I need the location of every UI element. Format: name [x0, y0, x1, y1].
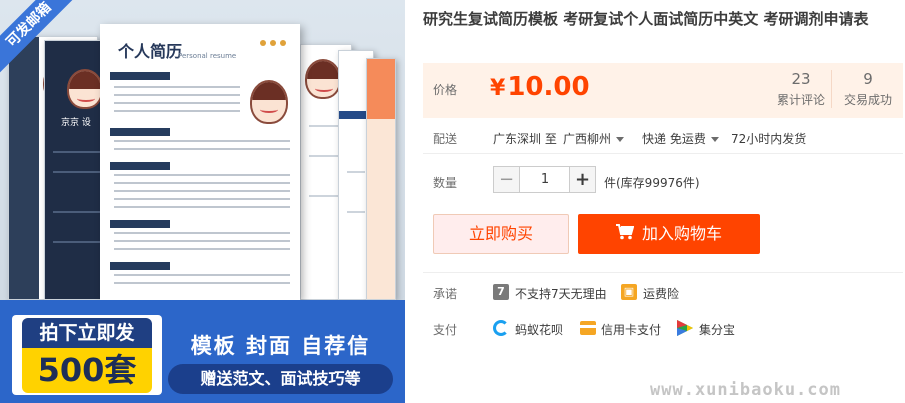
chevron-down-icon	[710, 137, 719, 142]
promo-contents: 模板 封面 自荐信	[190, 334, 371, 358]
huabei-icon	[493, 320, 509, 336]
promise-item[interactable]: 不支持7天无理由	[515, 285, 607, 302]
shipping-destination-select[interactable]: 广西柳州	[563, 130, 625, 147]
site-watermark: www.xunibaoku.com	[650, 380, 841, 400]
promo-instant-delivery: 拍下立即发	[22, 318, 152, 348]
payment-item[interactable]: 蚂蚁花呗	[515, 321, 563, 338]
sales-count-stat: 9 交易成功	[835, 70, 901, 108]
quantity-decrease-button[interactable]: −	[493, 166, 520, 193]
shipping-insurance-icon: ▣	[621, 284, 637, 300]
price-label: 价格	[433, 83, 458, 97]
price-value: 10.00	[507, 72, 590, 102]
stat-divider	[831, 70, 832, 108]
review-count-stat[interactable]: 23 累计评论	[768, 70, 834, 108]
add-to-cart-label: 加入购物车	[641, 224, 722, 243]
buy-now-button[interactable]: 立即购买	[433, 214, 569, 254]
promise-label: 承诺	[433, 287, 458, 301]
product-title: 研究生复试简历模板 考研复试个人面试简历中英文 考研调剂申请表	[423, 10, 869, 28]
add-to-cart-button[interactable]: 加入购物车	[578, 214, 760, 254]
sales-count: 9	[863, 70, 873, 88]
shipping-time: 72小时内发货	[731, 132, 807, 146]
review-count-label: 累计评论	[776, 93, 825, 107]
price-value-group: ¥10.00	[490, 72, 590, 102]
product-image[interactable]: 京京 设 个人简历 Personal resume 可发邮箱 拍下立即发 500…	[0, 0, 405, 403]
review-count: 23	[791, 70, 811, 88]
jifenbao-icon	[677, 320, 693, 336]
shipping-method-select[interactable]: 快递 免运费	[642, 130, 719, 147]
payment-label: 支付	[433, 323, 458, 337]
promo-bonus: 赠送范文、面试技巧等	[168, 364, 393, 394]
quantity-increase-button[interactable]: +	[569, 166, 596, 193]
payment-item[interactable]: 集分宝	[699, 321, 735, 338]
currency-symbol: ¥	[490, 76, 506, 101]
quantity-input[interactable]: 1	[520, 166, 570, 193]
shipping-destination: 广西柳州	[563, 132, 612, 146]
resume-subtitle: Personal resume	[178, 52, 237, 60]
resume-photo	[250, 80, 288, 124]
resume-title: 个人简历	[118, 42, 183, 61]
chevron-down-icon	[616, 137, 625, 142]
payment-item[interactable]: 信用卡支付	[601, 321, 661, 338]
resume-template-main: 个人简历 Personal resume	[100, 24, 300, 300]
shipping-method: 快递 免运费	[642, 132, 706, 146]
card-name: 京京 设	[61, 118, 91, 128]
divider	[423, 272, 903, 273]
divider	[423, 153, 903, 154]
sales-count-label: 交易成功	[843, 93, 892, 107]
cart-icon	[615, 215, 635, 255]
credit-card-icon	[580, 321, 596, 335]
promise-item[interactable]: 运费险	[643, 285, 679, 302]
shipping-from: 广东深圳 至	[493, 132, 557, 146]
stock-info: 件(库存99976件)	[604, 176, 700, 190]
no-return-icon: 7	[493, 284, 509, 300]
resume-template-card-5	[366, 58, 396, 300]
shipping-label: 配送	[433, 132, 458, 146]
promo-count: 500套	[22, 348, 152, 393]
quantity-label: 数量	[433, 176, 458, 190]
